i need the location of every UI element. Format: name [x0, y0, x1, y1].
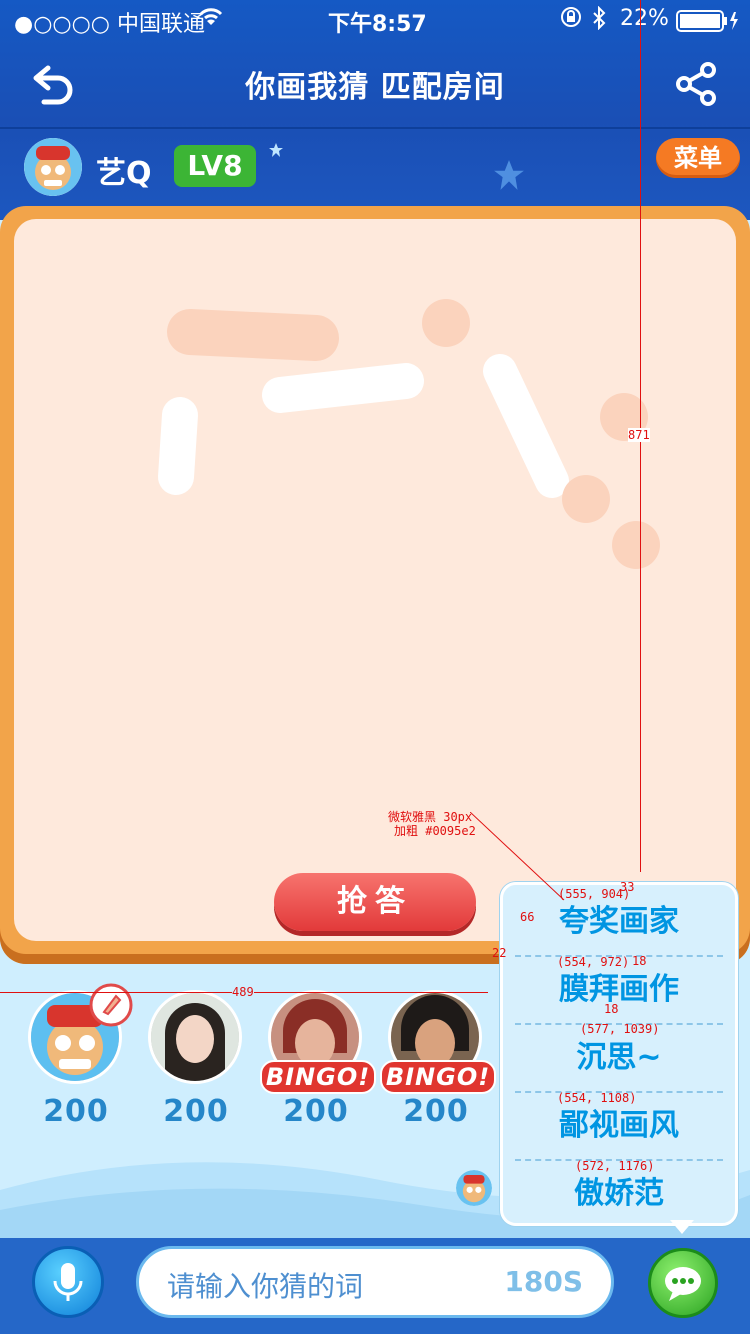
sketch-strokes [158, 299, 660, 569]
measure-label: 66 [520, 910, 535, 924]
countdown-timer: 180S [504, 1265, 583, 1298]
font-note: 加粗 #0095e2 [394, 824, 476, 838]
navigation-bar: 你画我猜 匹配房间 [0, 40, 750, 128]
quick-phrase-popup: 夸奖画家 膜拜画作 沉思~ 鄙视画风 傲娇范 [500, 882, 738, 1226]
bingo-badge: BINGO! [260, 1060, 376, 1094]
player-3[interactable]: BINGO! 200 [260, 990, 376, 1129]
measure-label: 489 [232, 985, 254, 999]
small-avatar [456, 1170, 492, 1206]
player-2[interactable]: 200 [148, 990, 244, 1129]
wifi-icon [198, 6, 224, 34]
star-icon [268, 142, 284, 162]
quick-chat-button[interactable] [648, 1248, 718, 1318]
my-avatar[interactable] [24, 138, 82, 196]
measure-label: 871 [628, 428, 650, 442]
star-icon [492, 158, 526, 196]
battery-icon [676, 10, 740, 38]
page-title: 你画我猜 匹配房间 [245, 70, 505, 105]
microphone-icon [53, 1263, 83, 1301]
level-badge: LV8 [174, 145, 256, 187]
bingo-badge: BINGO! [380, 1060, 496, 1094]
player-score: 200 [403, 1094, 469, 1129]
share-icon [676, 62, 716, 106]
player-1[interactable]: 200 [28, 983, 133, 1129]
bottom-bar: 请输入你猜的词 180S [0, 1238, 750, 1334]
share-button[interactable] [672, 60, 720, 108]
rotation-lock-icon [560, 6, 582, 34]
popup-tail [670, 1220, 694, 1234]
status-bar: ●○○○○ 中国联通 下午8:57 22% [0, 0, 750, 40]
coordinate-label: (555, 904) [558, 887, 631, 901]
coordinate-label: (572, 1176) [575, 1159, 655, 1173]
chat-bubble-icon [665, 1267, 701, 1301]
guess-input[interactable]: 请输入你猜的词 180S [136, 1246, 614, 1318]
player-score: 200 [283, 1094, 349, 1129]
player-score: 200 [43, 1094, 109, 1129]
coordinate-label: (554, 1108) [557, 1091, 637, 1105]
carrier-label: ●○○○○ 中国联通 [14, 12, 205, 37]
measure-label: 22 [492, 946, 507, 960]
annotation-pointer [470, 812, 565, 901]
drawing-brush-icon [88, 982, 134, 1032]
nav-divider [0, 127, 750, 129]
username: 艺Q [96, 156, 152, 191]
grab-answer-button[interactable]: 抢答 [274, 873, 476, 931]
menu-button[interactable]: 菜单 [656, 138, 740, 178]
measure-label: 18 [604, 1002, 619, 1016]
guess-input-placeholder: 请输入你猜的词 [167, 1270, 364, 1303]
player-4[interactable]: BINGO! 200 [380, 990, 496, 1129]
drawing-canvas [14, 219, 736, 941]
clock: 下午8:57 [328, 12, 427, 37]
coordinate-label: (577, 1039) [580, 1022, 660, 1036]
coordinate-label: (554, 972) [557, 955, 630, 969]
player-list: 200 200 BINGO! 200 BINGO! 200 [0, 983, 500, 1136]
battery-percent: 22% [620, 6, 669, 31]
voice-button[interactable] [32, 1246, 104, 1318]
bluetooth-icon [592, 5, 606, 36]
measure-label: 18 [632, 954, 647, 968]
player-avatar [148, 990, 242, 1084]
user-bar: 艺Q LV8 菜单 [0, 130, 750, 206]
player-score: 200 [163, 1094, 229, 1129]
